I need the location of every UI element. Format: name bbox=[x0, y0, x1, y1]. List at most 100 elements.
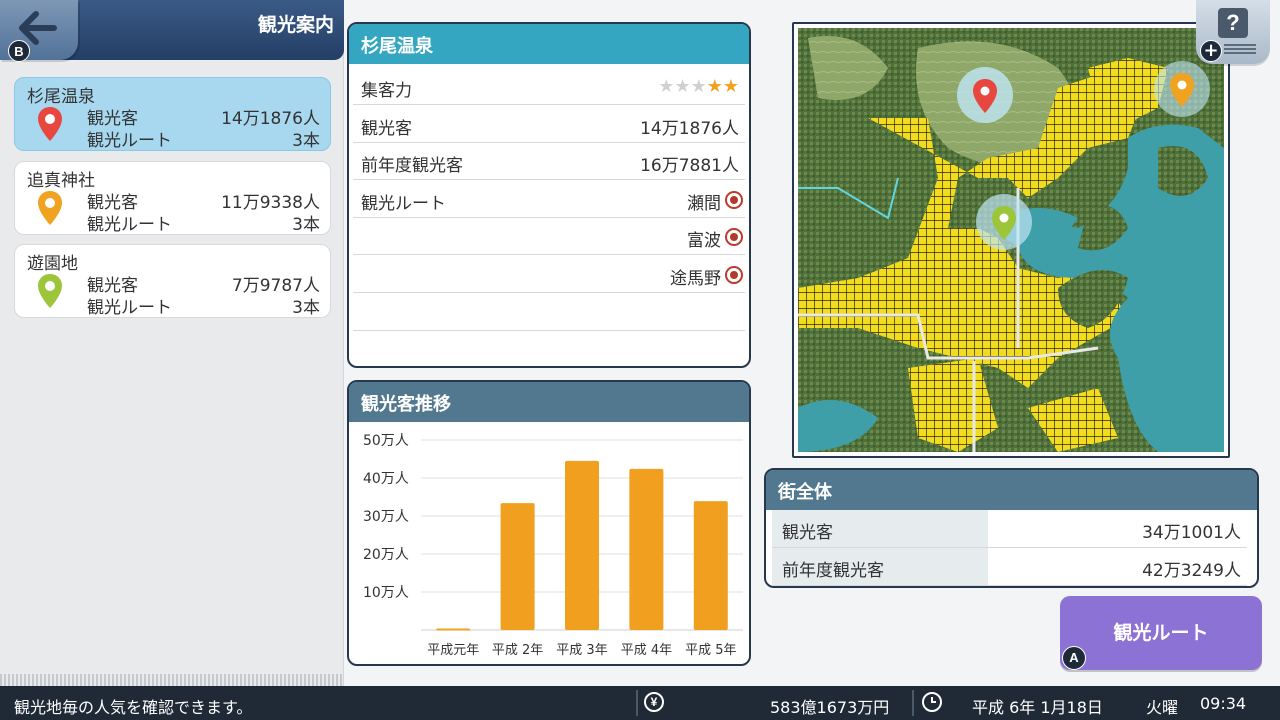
route-name: 富波 bbox=[687, 231, 721, 251]
spot-card-amusement-park[interactable]: 遊園地 観光客 7万9787人 観光ルート 3本 bbox=[14, 244, 331, 318]
y-tick-label: 30万人 bbox=[363, 509, 409, 525]
sidebar: B 観光案内 杉尾温泉 観光客 14万1876人 観光ルート 3本 追真神社 観… bbox=[0, 0, 344, 686]
y-tick-label: 20万人 bbox=[363, 547, 409, 563]
visitor-trend-chart: 10万人 20万人 30万人 40万人 50万人平成元年 平成 2年 平成 3年 平成 4年平… bbox=[363, 433, 743, 658]
a-button-badge: A bbox=[1062, 646, 1086, 670]
route-name: 途馬野 bbox=[670, 269, 721, 289]
route-row-3[interactable]: 途馬野 bbox=[353, 256, 745, 293]
page-title: 観光案内 bbox=[257, 14, 334, 36]
empty-row bbox=[353, 294, 745, 331]
star-empty-icon: ★ bbox=[674, 76, 691, 97]
game-time: 09:34 bbox=[1200, 694, 1247, 713]
map-pin-icon bbox=[38, 107, 62, 141]
spot-card-oishin-shrine[interactable]: 追真神社 観光客 11万9338人 観光ルート 3本 bbox=[14, 161, 331, 235]
spot-visitors-row: 観光客 11万9338人 bbox=[87, 188, 320, 213]
y-tick-label: 10万人 bbox=[363, 585, 409, 601]
spot-routes-row: 観光ルート 3本 bbox=[87, 126, 320, 151]
map-pin-icon bbox=[38, 274, 62, 308]
bar bbox=[565, 460, 599, 630]
status-bar: 観光地毎の人気を確認できます。 ¥ 583億1673万円 平成 6年 1月18日… bbox=[0, 686, 1280, 720]
visitor-trend-panel: 観光客推移 10万人 20万人 30万人 40万人 50万人 平成元年 平成 2年 平成 3年… bbox=[347, 380, 751, 666]
tour-route-button[interactable]: 観光ルート bbox=[1060, 596, 1262, 670]
detail-title: 杉尾温泉 bbox=[349, 24, 749, 64]
city-total-panel: 街全体 観光客 34万1001人 前年度観光客 42万3249人 bbox=[764, 468, 1259, 588]
game-weekday: 火曜 bbox=[1146, 698, 1179, 717]
star-filled-icon: ★ bbox=[706, 76, 723, 97]
spot-name: 杉尾温泉 bbox=[27, 87, 95, 107]
bar bbox=[693, 501, 728, 630]
x-tick-label: 平成 5年 bbox=[685, 643, 736, 658]
city-map-image bbox=[798, 28, 1224, 452]
city-title: 街全体 bbox=[766, 470, 1257, 510]
routes-label: 観光ルート bbox=[87, 298, 172, 318]
visitors-label: 観光客 bbox=[87, 193, 138, 213]
money-icon: ¥ bbox=[644, 692, 664, 712]
y-tick-label: 40万人 bbox=[363, 471, 409, 487]
city-visitors-label: 観光客 bbox=[772, 510, 988, 547]
spot-name: 遊園地 bbox=[27, 254, 78, 274]
spot-card-sugio-onsen[interactable]: 杉尾温泉 観光客 14万1876人 観光ルート 3本 bbox=[14, 77, 331, 151]
city-map[interactable] bbox=[798, 28, 1224, 452]
city-visitors-value: 34万1001人 bbox=[1142, 523, 1241, 543]
plus-button-badge: + bbox=[1200, 40, 1222, 62]
bar bbox=[436, 628, 471, 631]
x-tick-label: 平成元年 bbox=[427, 643, 479, 658]
routes-value: 3本 bbox=[292, 131, 320, 151]
star-empty-icon: ★ bbox=[690, 76, 707, 97]
city-prev-visitors-label: 前年度観光客 bbox=[772, 548, 988, 585]
star-filled-icon: ★ bbox=[722, 76, 739, 97]
prev-visitors-row: 前年度観光客 16万7881人 bbox=[353, 143, 745, 180]
routes-value: 3本 bbox=[292, 215, 320, 235]
spot-visitors-row: 観光客 14万1876人 bbox=[87, 104, 320, 129]
city-visitors-row: 観光客 34万1001人 bbox=[772, 510, 1247, 548]
game-date: 平成 6年 1月18日 bbox=[972, 698, 1103, 717]
x-tick-label: 平成 3年 bbox=[556, 643, 607, 658]
visitors-label: 観光客 bbox=[87, 276, 138, 296]
route-pin-icon bbox=[725, 228, 743, 246]
b-button-badge: B bbox=[8, 40, 30, 62]
city-map-frame bbox=[792, 22, 1230, 458]
spot-detail-panel: 杉尾温泉 集客力 ★★★★★ 観光客 14万1876人 前年度観光客 16万78… bbox=[347, 22, 751, 368]
city-prev-visitors-value: 42万3249人 bbox=[1142, 561, 1241, 581]
spot-routes-row: 観光ルート 3本 bbox=[87, 210, 320, 235]
spot-routes-row: 観光ルート 3本 bbox=[87, 293, 320, 318]
status-message: 観光地毎の人気を確認できます。 bbox=[14, 698, 253, 717]
visitors-label: 観光客 bbox=[361, 119, 412, 139]
spot-name: 追真神社 bbox=[27, 171, 95, 191]
route-row-1[interactable]: 観光ルート 瀬間 bbox=[353, 181, 745, 218]
list-icon bbox=[1224, 44, 1256, 54]
bar bbox=[500, 503, 535, 630]
visitors-value: 11万9338人 bbox=[221, 193, 320, 213]
spot-visitors-row: 観光客 7万9787人 bbox=[87, 271, 320, 296]
rating-stars: ★★★★★ bbox=[658, 76, 739, 97]
city-prev-visitors-row: 前年度観光客 42万3249人 bbox=[772, 548, 1247, 586]
routes-value: 3本 bbox=[292, 298, 320, 318]
route-pin-icon bbox=[725, 266, 743, 284]
visitors-label: 観光客 bbox=[87, 109, 138, 129]
sidebar-header: B 観光案内 bbox=[0, 0, 344, 62]
status-divider bbox=[912, 690, 914, 716]
route-name: 瀬間 bbox=[687, 194, 721, 214]
bar bbox=[629, 468, 664, 630]
funds-value: 583億1673万円 bbox=[770, 698, 890, 717]
status-divider bbox=[636, 690, 638, 716]
attraction-row: 集客力 ★★★★★ bbox=[353, 68, 745, 105]
help-button[interactable]: ? + bbox=[1196, 0, 1270, 64]
visitors-value: 14万1876人 bbox=[640, 119, 739, 139]
route-pin-icon bbox=[725, 191, 743, 209]
prev-visitors-label: 前年度観光客 bbox=[361, 156, 463, 176]
prev-visitors-value: 16万7881人 bbox=[640, 156, 739, 176]
routes-label: 観光ルート bbox=[87, 215, 172, 235]
route-row-2[interactable]: 富波 bbox=[353, 218, 745, 255]
routes-label: 観光ルート bbox=[87, 131, 172, 151]
x-tick-label: 平成 2年 bbox=[492, 643, 543, 658]
visitors-row: 観光客 14万1876人 bbox=[353, 106, 745, 143]
map-pin-icon bbox=[38, 191, 62, 225]
sidebar-divider bbox=[0, 674, 344, 686]
visitors-value: 14万1876人 bbox=[221, 109, 320, 129]
question-icon: ? bbox=[1218, 8, 1248, 38]
visitors-value: 7万9787人 bbox=[231, 276, 320, 296]
clock-icon bbox=[922, 692, 942, 712]
x-tick-label: 平成 4年 bbox=[621, 643, 672, 658]
routes-label: 観光ルート bbox=[361, 194, 446, 214]
